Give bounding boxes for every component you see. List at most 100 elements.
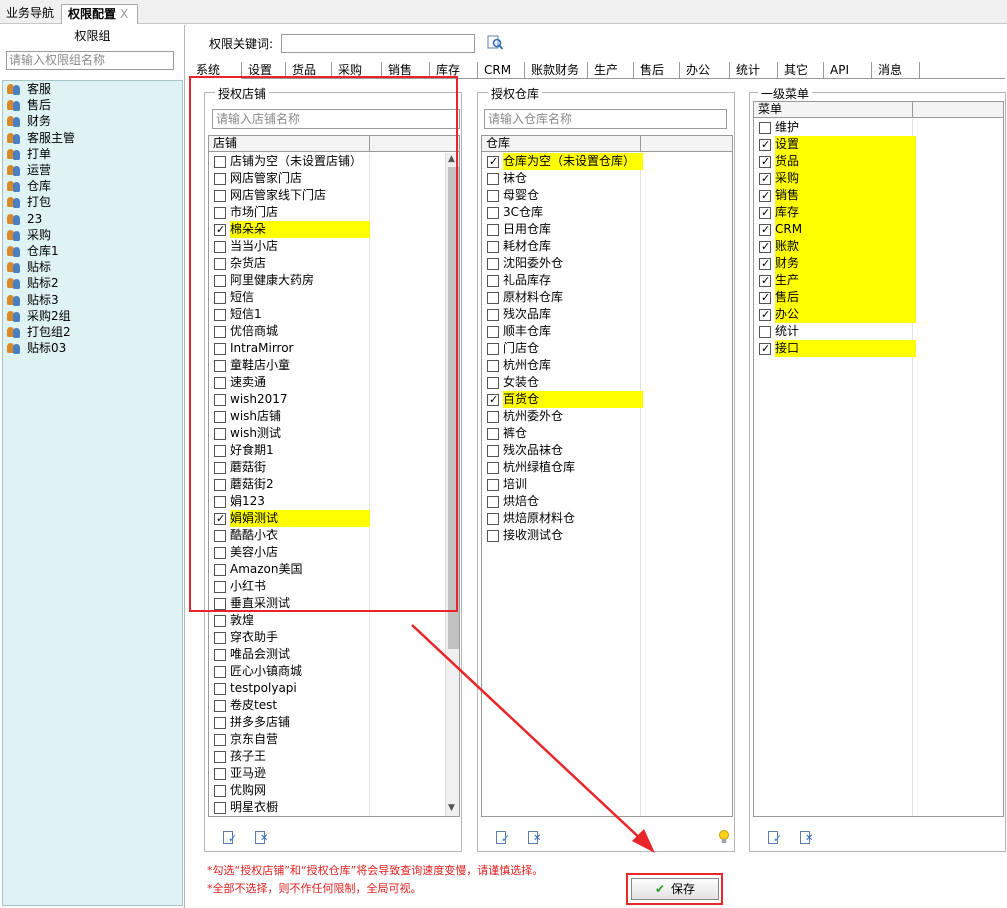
warehouses-checkbox[interactable]: [487, 495, 499, 508]
permission-group-item[interactable]: 仓库: [3, 178, 182, 194]
menus-checkbox[interactable]: [759, 272, 771, 289]
module-tab[interactable]: 其它: [778, 62, 824, 79]
warehouses-checkbox[interactable]: [487, 223, 499, 236]
close-icon[interactable]: X: [120, 7, 128, 21]
warehouses-checkbox[interactable]: [487, 529, 499, 542]
menus-row: 设置: [754, 136, 916, 153]
menus-checkbox[interactable]: [759, 325, 771, 338]
permission-group-item[interactable]: 采购2组: [3, 308, 182, 324]
warehouses-checkbox[interactable]: [487, 240, 499, 253]
warehouses-checkbox[interactable]: [487, 444, 499, 457]
stores-checkbox[interactable]: [214, 733, 226, 746]
stores-checkbox[interactable]: [214, 750, 226, 763]
warehouses-checkbox[interactable]: [487, 512, 499, 525]
warehouse-search-input[interactable]: 请输入仓库名称: [484, 109, 727, 129]
warehouses-checkbox[interactable]: [487, 206, 499, 219]
warehouses-checkbox[interactable]: [487, 427, 499, 440]
permission-group-item[interactable]: 客服: [3, 81, 182, 97]
permission-group-item[interactable]: 采购: [3, 227, 182, 243]
warehouses-checkbox[interactable]: [487, 376, 499, 389]
group-icon: [7, 229, 22, 241]
menus-checkbox[interactable]: [759, 340, 771, 357]
first-level-menu-group: 一级菜单 菜单 维护设置货品采购销售库存CRM账款财务生产售后办公统计接口: [749, 85, 1006, 852]
warehouses-checkbox[interactable]: [487, 461, 499, 474]
warehouses-checkbox[interactable]: [487, 478, 499, 491]
warehouses-checkbox[interactable]: [487, 172, 499, 185]
warehouses-checkbox[interactable]: [487, 257, 499, 270]
permission-group-item[interactable]: 贴标2: [3, 275, 182, 291]
menu-clear-icon[interactable]: [798, 830, 814, 846]
permission-group-search-input[interactable]: 请输入权限组名称: [6, 51, 174, 70]
stores-checkbox[interactable]: [214, 614, 226, 627]
permission-group-item[interactable]: 打包: [3, 194, 182, 210]
menus-checkbox[interactable]: [759, 255, 771, 272]
permission-group-item[interactable]: 财务: [3, 113, 182, 129]
permission-group-item[interactable]: 贴标03: [3, 340, 182, 356]
permission-group-item[interactable]: 打单: [3, 146, 182, 162]
stores-checkbox[interactable]: [214, 631, 226, 644]
stores-checkbox[interactable]: [214, 784, 226, 797]
permission-group-item[interactable]: 打包组2: [3, 324, 182, 340]
menus-checkbox[interactable]: [759, 221, 771, 238]
module-tab[interactable]: 统计: [730, 62, 778, 79]
warehouses-checkbox[interactable]: [487, 274, 499, 287]
permission-group-item[interactable]: 贴标: [3, 259, 182, 275]
stores-checkbox[interactable]: [214, 682, 226, 695]
warehouses-checkbox[interactable]: [487, 391, 499, 408]
tab-permission-config[interactable]: 权限配置 X: [61, 4, 138, 24]
menus-label: 接口: [775, 340, 916, 357]
menus-checkbox[interactable]: [759, 306, 771, 323]
stores-label: testpolyapi: [230, 681, 297, 695]
permission-group-item[interactable]: 仓库1: [3, 243, 182, 259]
warehouses-checkbox[interactable]: [487, 342, 499, 355]
tab-business-nav[interactable]: 业务导航: [0, 4, 60, 24]
warehouses-label: 耗材仓库: [503, 239, 552, 253]
stores-checkbox[interactable]: [214, 648, 226, 661]
menus-checkbox[interactable]: [759, 170, 771, 187]
warehouses-checkbox[interactable]: [487, 189, 499, 202]
group-icon: [7, 115, 22, 128]
warehouses-label: 杭州委外仓: [503, 409, 564, 423]
module-tab[interactable]: 生产: [588, 62, 634, 79]
menus-checkbox[interactable]: [759, 121, 771, 134]
store-select-all-icon[interactable]: [221, 830, 237, 846]
permission-group-item[interactable]: 客服主管: [3, 130, 182, 146]
module-tab[interactable]: 账款财务: [525, 62, 588, 79]
warehouses-checkbox[interactable]: [487, 308, 499, 321]
stores-checkbox[interactable]: [214, 665, 226, 678]
warehouses-checkbox[interactable]: [487, 153, 499, 170]
arrow-annotation: [411, 624, 655, 853]
permission-group-item[interactable]: 23: [3, 211, 182, 227]
module-tab[interactable]: 办公: [680, 62, 730, 79]
menu-select-all-icon[interactable]: [766, 830, 782, 846]
warehouses-checkbox[interactable]: [487, 359, 499, 372]
menus-label: 生产: [775, 272, 916, 289]
menus-checkbox[interactable]: [759, 187, 771, 204]
stores-checkbox[interactable]: [214, 699, 226, 712]
menus-checkbox[interactable]: [759, 238, 771, 255]
stores-checkbox[interactable]: [214, 716, 226, 729]
warehouses-checkbox[interactable]: [487, 325, 499, 338]
warehouses-checkbox[interactable]: [487, 410, 499, 423]
menus-checkbox[interactable]: [759, 153, 771, 170]
stores-label: 唯品会测试: [230, 647, 291, 661]
search-icon[interactable]: [487, 35, 504, 51]
group-icon: [7, 132, 22, 144]
lightbulb-icon[interactable]: [716, 829, 732, 845]
module-tab[interactable]: 售后: [634, 62, 680, 79]
stores-checkbox[interactable]: [214, 767, 226, 780]
menus-checkbox[interactable]: [759, 136, 771, 153]
menus-checkbox[interactable]: [759, 289, 771, 306]
module-tab[interactable]: 消息: [872, 62, 920, 79]
permission-group-item[interactable]: 售后: [3, 97, 182, 113]
store-clear-icon[interactable]: [253, 830, 269, 846]
module-tab[interactable]: CRM: [478, 62, 525, 79]
stores-checkbox[interactable]: [214, 801, 226, 814]
keyword-input[interactable]: [281, 34, 475, 53]
menus-checkbox[interactable]: [759, 204, 771, 221]
permission-group-item[interactable]: 贴标3: [3, 291, 182, 307]
warehouses-checkbox[interactable]: [487, 291, 499, 304]
warehouses-row: 礼品库存: [482, 272, 643, 289]
module-tab[interactable]: API: [824, 62, 872, 79]
permission-group-item[interactable]: 运营: [3, 162, 182, 178]
